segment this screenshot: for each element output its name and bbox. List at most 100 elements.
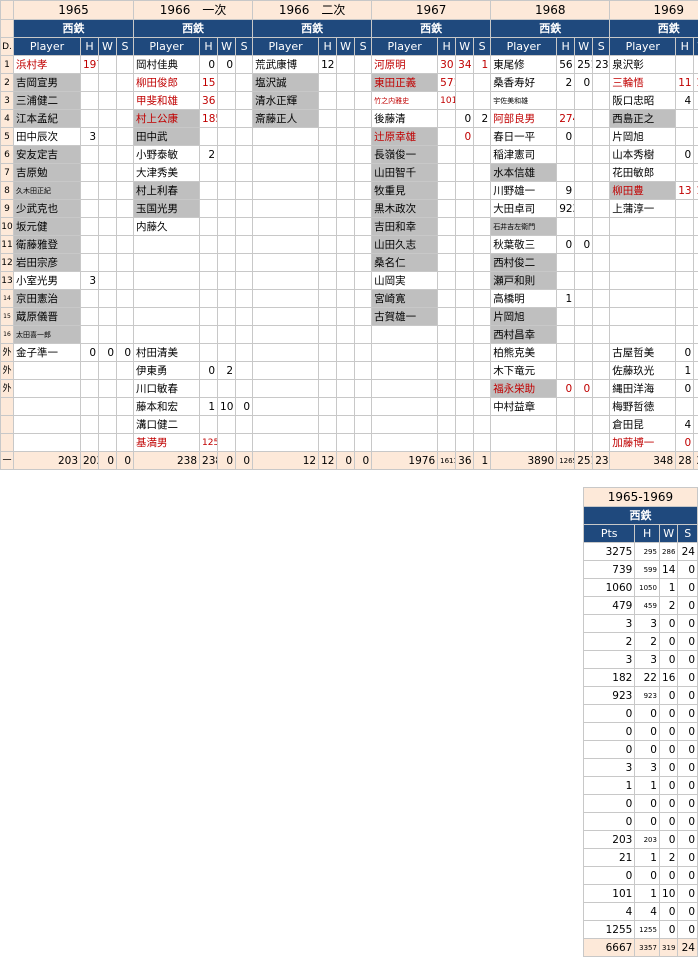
header-w: W	[574, 37, 594, 56]
stat-h: 0	[556, 235, 576, 254]
stat-w	[574, 163, 594, 182]
totals-cell: 1	[658, 578, 679, 597]
stat-w	[455, 343, 475, 362]
player-name: 岩田宗彦	[13, 253, 81, 272]
totals-cell: 0	[677, 776, 698, 795]
stat-w	[574, 325, 594, 344]
player-name: 辻原幸雄	[371, 127, 439, 146]
stat-w: 2	[217, 361, 237, 380]
totals-cell: 3	[634, 614, 660, 633]
stat-w	[574, 145, 594, 164]
stat-h	[556, 397, 576, 416]
player-name: 花田敏郎	[609, 163, 677, 182]
totals-cell: 3275	[582, 542, 636, 561]
season-year: 1965	[12, 0, 135, 20]
player-name: 内藤久	[133, 217, 201, 236]
stat-h	[437, 163, 457, 182]
player-name: 村上利春	[133, 181, 201, 200]
player-name	[133, 289, 201, 308]
stat-s	[473, 235, 492, 254]
stat-w	[455, 379, 475, 398]
header-s: S	[115, 37, 135, 56]
season-total-h: 28	[675, 451, 695, 470]
totals-cell: 0	[677, 794, 698, 813]
stat-w	[455, 361, 475, 380]
stat-h	[556, 361, 576, 380]
stat-w	[336, 217, 356, 236]
stat-h	[199, 163, 219, 182]
stat-h	[318, 271, 338, 290]
stat-h	[318, 325, 338, 344]
corner-cell-2	[0, 19, 14, 38]
stat-w	[98, 433, 117, 452]
stat-h	[437, 127, 457, 146]
stat-h	[675, 55, 695, 74]
stat-w	[336, 199, 356, 218]
stat-h	[80, 361, 99, 380]
totals-cell: 3	[582, 758, 636, 777]
stat-w: 10	[217, 397, 237, 416]
stat-h	[437, 145, 457, 164]
stat-s	[473, 181, 492, 200]
stat-h	[318, 91, 338, 110]
stat-s: 0	[235, 397, 254, 416]
grand-total-cell: 3357	[634, 938, 660, 957]
totals-cell: 923	[634, 686, 660, 705]
stat-w	[98, 127, 117, 146]
stat-s	[473, 343, 492, 362]
stat-s	[354, 55, 373, 74]
stat-w	[336, 397, 356, 416]
totals-cell: 2	[634, 632, 660, 651]
stat-w	[455, 271, 475, 290]
stat-w: 1	[693, 91, 698, 110]
stat-h	[675, 163, 695, 182]
stat-s	[354, 109, 373, 128]
totals-cell: 1255	[634, 920, 660, 939]
stat-h: 571	[437, 73, 457, 92]
season-total-w: 36	[455, 451, 475, 470]
row-number	[0, 397, 14, 416]
totals-cell: 0	[677, 902, 698, 921]
stat-h	[318, 397, 338, 416]
stat-w	[98, 73, 117, 92]
totals-cell: 21	[582, 848, 636, 867]
stat-w	[336, 343, 356, 362]
stat-s	[115, 289, 135, 308]
row-number: 14	[0, 289, 14, 308]
stat-s	[592, 181, 611, 200]
totals-cell: 599	[634, 560, 660, 579]
player-name	[371, 415, 439, 434]
totals-cell: 286	[658, 542, 679, 561]
stat-h	[80, 307, 99, 326]
player-name: 柏熊克美	[490, 343, 558, 362]
totals-cell: 0	[658, 758, 679, 777]
season-total-pts: 203	[13, 451, 81, 470]
totals-cell: 1	[634, 848, 660, 867]
stat-w	[693, 325, 698, 344]
totals-cell: 0	[677, 848, 698, 867]
player-name: 長嶺俊一	[371, 145, 439, 164]
player-name: 梅野哲徳	[609, 397, 677, 416]
row-number: 15	[0, 307, 14, 326]
player-name	[133, 325, 201, 344]
totals-cell: 0	[658, 632, 679, 651]
season-total-pts: 238	[133, 451, 201, 470]
player-name: 瀬戸和則	[490, 271, 558, 290]
totals-cell: 0	[677, 740, 698, 759]
stat-w	[336, 325, 356, 344]
player-name	[609, 325, 677, 344]
table-row: 9少武克也 玉国光男 黒木政次 大田卓司923 上蒲淳一	[0, 199, 698, 218]
stat-s	[115, 379, 135, 398]
player-name: 村田清美	[133, 343, 201, 362]
player-name: 春日一平	[490, 127, 558, 146]
totals-cell: 3	[582, 650, 636, 669]
stat-s	[235, 163, 254, 182]
stat-w	[574, 397, 594, 416]
totals-cell: 295	[634, 542, 660, 561]
stat-h	[556, 253, 576, 272]
player-name	[252, 325, 320, 344]
stat-w	[574, 181, 594, 200]
stat-h: 0	[675, 343, 695, 362]
player-name	[252, 379, 320, 398]
stat-w	[336, 415, 356, 434]
